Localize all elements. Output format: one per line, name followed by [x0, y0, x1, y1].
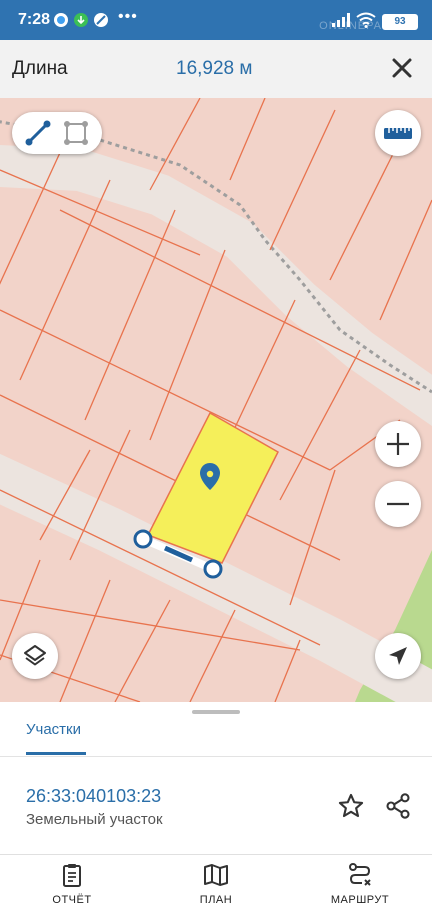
more-notifications-icon: •••	[118, 8, 138, 25]
nav-plan[interactable]: ПЛАН	[166, 858, 266, 910]
nav-route-label: МАРШРУТ	[330, 894, 390, 906]
wifi-icon	[356, 12, 376, 28]
area-measure-icon[interactable]	[62, 119, 90, 147]
measure-title: Длина	[12, 58, 68, 79]
parcel-cadastral-number[interactable]: 26:33:040103:23	[26, 786, 161, 807]
map-canvas[interactable]	[0, 98, 432, 702]
status-time: 7:28	[18, 11, 51, 28]
share-icon[interactable]	[384, 792, 412, 820]
map-plan-icon	[204, 864, 228, 886]
minus-icon	[387, 502, 409, 506]
ruler-icon	[384, 128, 412, 139]
status-bar: 7:28 ••• ONLINEPALT 93	[0, 0, 432, 40]
nav-route[interactable]: МАРШРУТ	[310, 858, 410, 910]
report-icon	[63, 864, 81, 887]
route-icon	[349, 863, 371, 886]
measure-mode-toggle[interactable]	[12, 112, 102, 154]
ruler-button[interactable]	[375, 110, 421, 156]
zoom-in-button[interactable]	[375, 421, 421, 467]
bottom-nav-divider	[0, 854, 432, 855]
navigation-arrow-icon	[389, 647, 407, 665]
layers-button[interactable]	[12, 633, 58, 679]
measure-toolbar: Длина 16,928 м	[0, 40, 432, 98]
nav-plan-label: ПЛАН	[199, 894, 233, 906]
sheet-drag-handle[interactable]	[192, 710, 240, 714]
tab-divider	[0, 756, 432, 757]
battery-indicator: 93	[382, 14, 418, 30]
download-icon	[74, 13, 88, 27]
measure-point-start[interactable]	[133, 529, 153, 549]
measure-point-end[interactable]	[203, 559, 223, 579]
line-measure-icon[interactable]	[24, 119, 52, 147]
nav-report-label: ОТЧЁТ	[52, 894, 92, 906]
parcel-type: Земельный участок	[26, 811, 163, 828]
measure-value: 16,928 м	[176, 58, 253, 79]
locate-button[interactable]	[375, 633, 421, 679]
zoom-out-button[interactable]	[375, 481, 421, 527]
tab-parcels[interactable]: Участки	[26, 721, 81, 738]
close-icon[interactable]	[390, 56, 414, 80]
nav-report[interactable]: ОТЧЁТ	[22, 858, 122, 910]
star-icon[interactable]	[337, 792, 365, 820]
layers-icon	[24, 645, 46, 666]
app-notification-icon	[94, 13, 108, 27]
plus-icon	[387, 433, 409, 455]
notification-icon	[54, 13, 68, 27]
pin-center	[206, 470, 214, 478]
cadastral-map[interactable]	[0, 98, 432, 702]
road-upper	[0, 144, 432, 427]
signal-icon	[332, 13, 350, 27]
tab-indicator	[26, 752, 86, 755]
